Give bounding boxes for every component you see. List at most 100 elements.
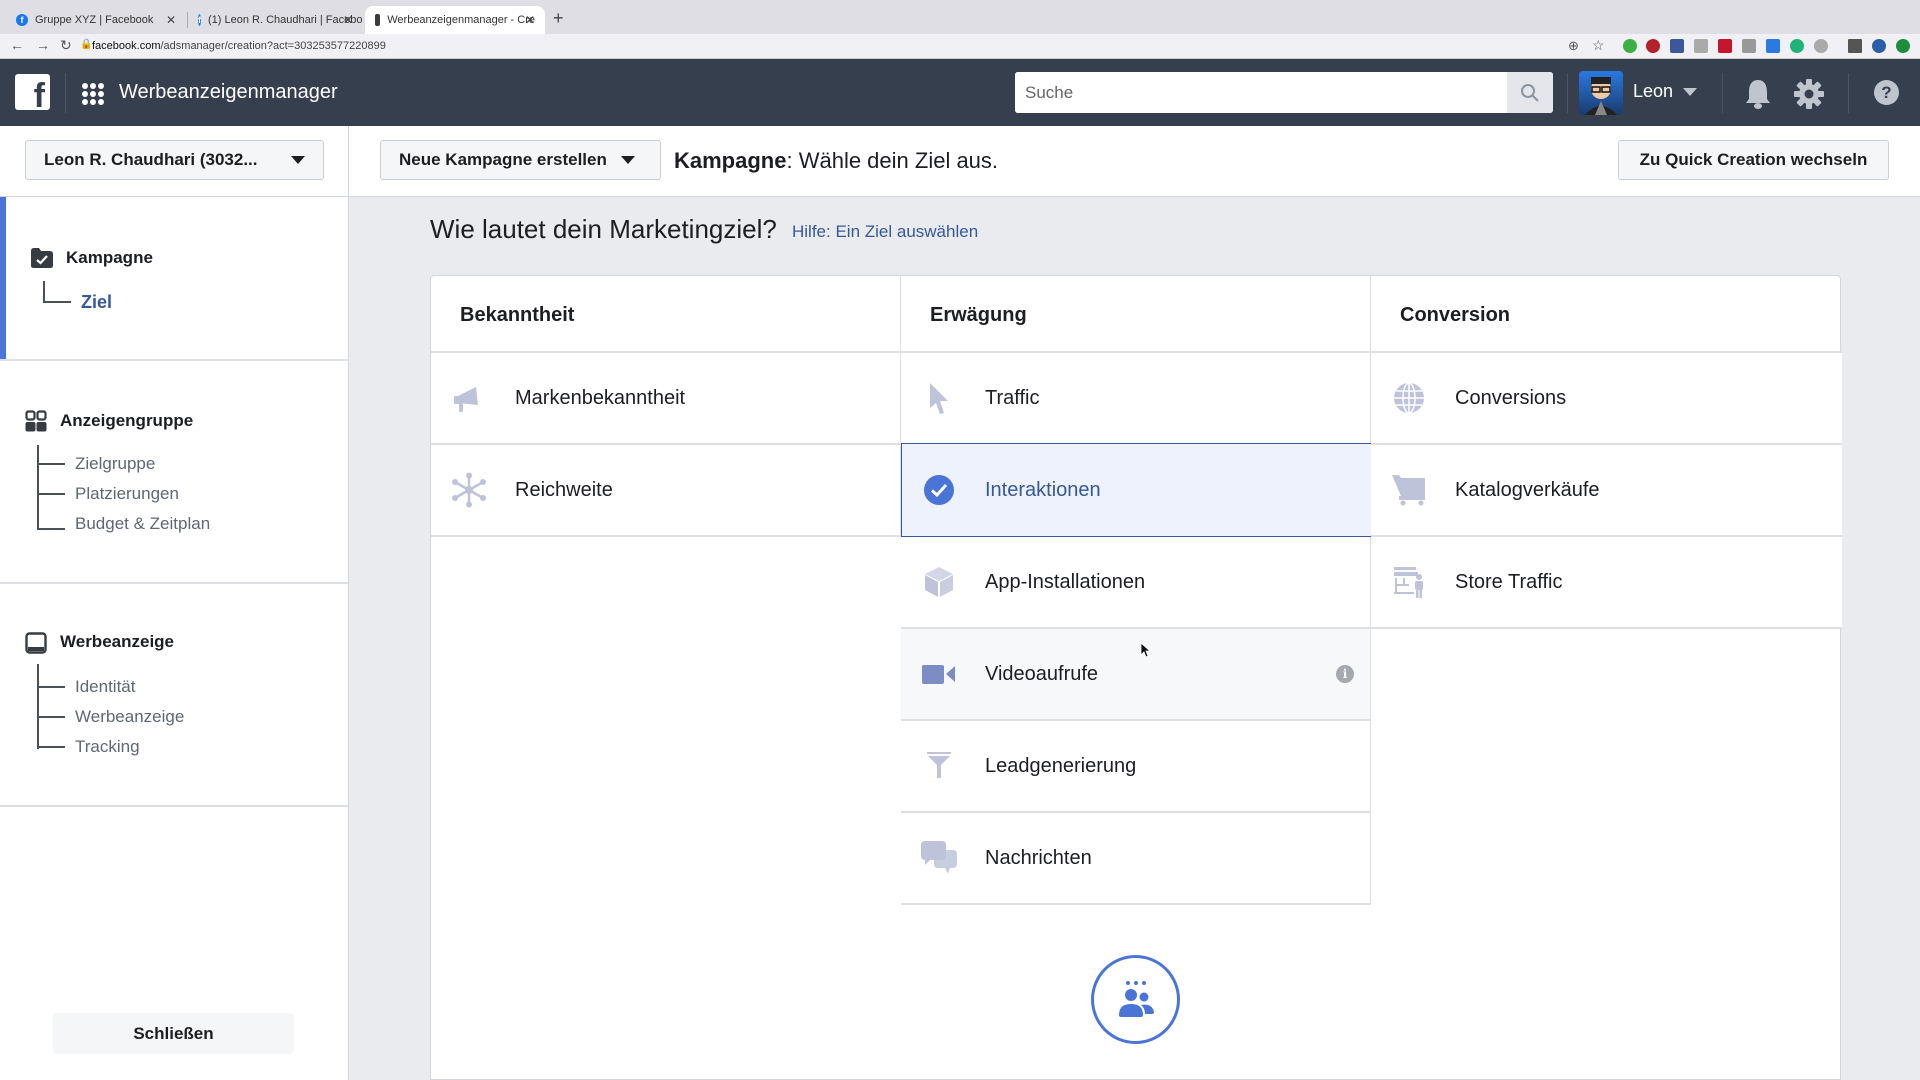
adset-grid-icon	[25, 410, 47, 432]
store-icon	[1389, 562, 1429, 602]
browser-tab[interactable]: f Gruppe XYZ | Facebook ✕	[6, 6, 186, 34]
app-grid-icon[interactable]	[82, 83, 104, 105]
info-icon[interactable]: i	[1336, 665, 1354, 683]
quick-creation-label: Zu Quick Creation wechseln	[1639, 150, 1868, 169]
sidebar-item-budget-zeitplan[interactable]: Budget & Zeitplan	[75, 514, 210, 534]
group-people-icon	[1118, 980, 1154, 1017]
sidebar-section-title[interactable]: Anzeigengruppe	[60, 411, 193, 431]
sidebar-item-ziel[interactable]: Ziel	[81, 292, 112, 313]
close-button[interactable]: Schließen	[53, 1013, 294, 1054]
objective-app-installs[interactable]: App-Installationen	[901, 537, 1371, 629]
objective-store-traffic[interactable]: Store Traffic	[1371, 537, 1842, 629]
search-icon	[1521, 83, 1539, 102]
community-help-button[interactable]	[1091, 955, 1180, 1044]
box-icon	[919, 562, 959, 602]
objective-catalog-sales[interactable]: Katalogverkäufe	[1371, 445, 1842, 537]
objective-label: Markenbekanntheit	[515, 386, 686, 409]
help-icon[interactable]: ?	[1874, 80, 1899, 105]
forward-icon[interactable]: →	[36, 37, 50, 53]
extension-icon[interactable]	[1790, 39, 1804, 53]
extension-icon[interactable]	[1623, 39, 1637, 53]
objective-label: Reichweite	[515, 478, 613, 501]
column-header-awareness: Bekanntheit	[431, 276, 901, 353]
quick-creation-button[interactable]: Zu Quick Creation wechseln	[1618, 140, 1889, 180]
objective-lead-generation[interactable]: Leadgenerierung	[901, 721, 1371, 813]
zoom-icon[interactable]: ⊕	[1568, 38, 1579, 54]
close-tab-icon[interactable]: ✕	[525, 13, 535, 27]
account-selector[interactable]: Leon R. Chaudhari (3032...	[25, 140, 324, 180]
app-header: f Werbeanzeigenmanager Leon ?	[0, 59, 1920, 126]
sidebar-section-adset: Anzeigengruppe Zielgruppe Platzierungen …	[0, 361, 348, 584]
sidebar-section-title[interactable]: Kampagne	[66, 248, 153, 268]
sidebar-item-zielgruppe[interactable]: Zielgruppe	[75, 454, 155, 474]
create-campaign-dropdown[interactable]: Neue Kampagne erstellen	[380, 140, 661, 180]
objective-engagement[interactable]: Interaktionen	[901, 443, 1372, 537]
reload-icon[interactable]: ↻	[60, 37, 72, 54]
sidebar-section-title[interactable]: Werbeanzeige	[60, 632, 174, 652]
close-tab-icon[interactable]: ✕	[343, 13, 353, 27]
objective-video-views[interactable]: Videoaufrufe i	[901, 629, 1371, 721]
objective-traffic[interactable]: Traffic	[901, 353, 1371, 445]
ads-manager-icon	[375, 14, 381, 26]
create-campaign-label: Neue Kampagne erstellen	[399, 150, 607, 169]
objective-conversions[interactable]: Conversions	[1371, 353, 1842, 445]
bookmark-star-icon[interactable]: ☆	[1592, 37, 1605, 54]
video-camera-icon	[919, 654, 959, 694]
sidebar-item-platzierungen[interactable]: Platzierungen	[75, 484, 179, 504]
tab-title: Gruppe XYZ | Facebook	[35, 14, 154, 26]
divider	[348, 126, 349, 197]
sidebar: Kampagne Ziel Anzeigengruppe Zielgruppe …	[0, 197, 349, 1080]
user-name[interactable]: Leon	[1633, 81, 1673, 102]
objective-label: Interaktionen	[985, 478, 1101, 501]
tree-line	[37, 664, 39, 749]
extension-facebook-icon[interactable]	[1670, 39, 1684, 53]
divider	[1722, 73, 1723, 113]
chevron-down-icon	[620, 156, 635, 164]
extension-icon[interactable]	[1742, 39, 1756, 53]
objective-reach[interactable]: Reichweite	[431, 445, 901, 537]
objective-label: Leadgenerierung	[985, 754, 1137, 777]
close-tab-icon[interactable]: ✕	[166, 13, 176, 27]
facebook-icon: f	[16, 14, 28, 26]
sidebar-section-campaign: Kampagne Ziel	[0, 197, 348, 361]
objective-messages[interactable]: Nachrichten	[901, 813, 1371, 905]
tree-line	[37, 528, 65, 530]
search-button[interactable]	[1507, 72, 1553, 113]
user-avatar-icon	[1585, 77, 1617, 115]
user-menu-caret-icon[interactable]	[1683, 88, 1697, 96]
avatar[interactable]	[1579, 71, 1623, 115]
new-tab-button[interactable]: +	[553, 8, 564, 29]
breadcrumb: Kampagne: Wähle dein Ziel aus.	[674, 148, 998, 174]
page-title: Wie lautet dein Marketingziel?	[430, 214, 777, 244]
url-field[interactable]: facebook.com/adsmanager/creation?act=303…	[92, 40, 386, 52]
profile-avatar-icon[interactable]	[1872, 39, 1886, 53]
divider	[1848, 73, 1849, 113]
extension-iq-icon[interactable]	[1766, 39, 1780, 53]
back-icon[interactable]: ←	[10, 37, 24, 53]
extension-icon[interactable]	[1646, 39, 1660, 53]
extension-abp-icon[interactable]	[1814, 39, 1828, 53]
browser-tab-bar: f Gruppe XYZ | Facebook ✕ f (1) Leon R. …	[0, 0, 1920, 34]
sidebar-item-identitaet[interactable]: Identität	[75, 677, 136, 697]
cart-icon	[1389, 470, 1429, 510]
objective-label: Katalogverkäufe	[1455, 478, 1600, 501]
tree-line	[37, 445, 39, 530]
browser-tab-active[interactable]: Werbeanzeigenmanager - Cre ✕	[365, 6, 545, 34]
tree-line	[37, 686, 65, 688]
notifications-bell-icon[interactable]	[1744, 78, 1772, 110]
divider	[65, 73, 66, 113]
objective-label: Store Traffic	[1455, 570, 1563, 593]
extension-icon[interactable]	[1718, 39, 1732, 53]
settings-gear-icon[interactable]	[1793, 78, 1825, 110]
tab-title: (1) Leon R. Chaudhari | Facebo	[208, 14, 363, 26]
facebook-logo-icon[interactable]: f	[15, 74, 50, 110]
browser-tab[interactable]: f (1) Leon R. Chaudhari | Facebo ✕	[188, 6, 363, 34]
update-icon[interactable]	[1896, 39, 1910, 53]
sidebar-item-werbeanzeige[interactable]: Werbeanzeige	[75, 707, 184, 727]
media-control-icon[interactable]	[1848, 39, 1862, 53]
help-link[interactable]: Hilfe: Ein Ziel auswählen	[792, 222, 978, 242]
objective-brand-awareness[interactable]: Markenbekanntheit	[431, 353, 901, 445]
sidebar-item-tracking[interactable]: Tracking	[75, 737, 140, 757]
search-input[interactable]	[1015, 72, 1505, 113]
extension-icon[interactable]	[1694, 39, 1708, 53]
